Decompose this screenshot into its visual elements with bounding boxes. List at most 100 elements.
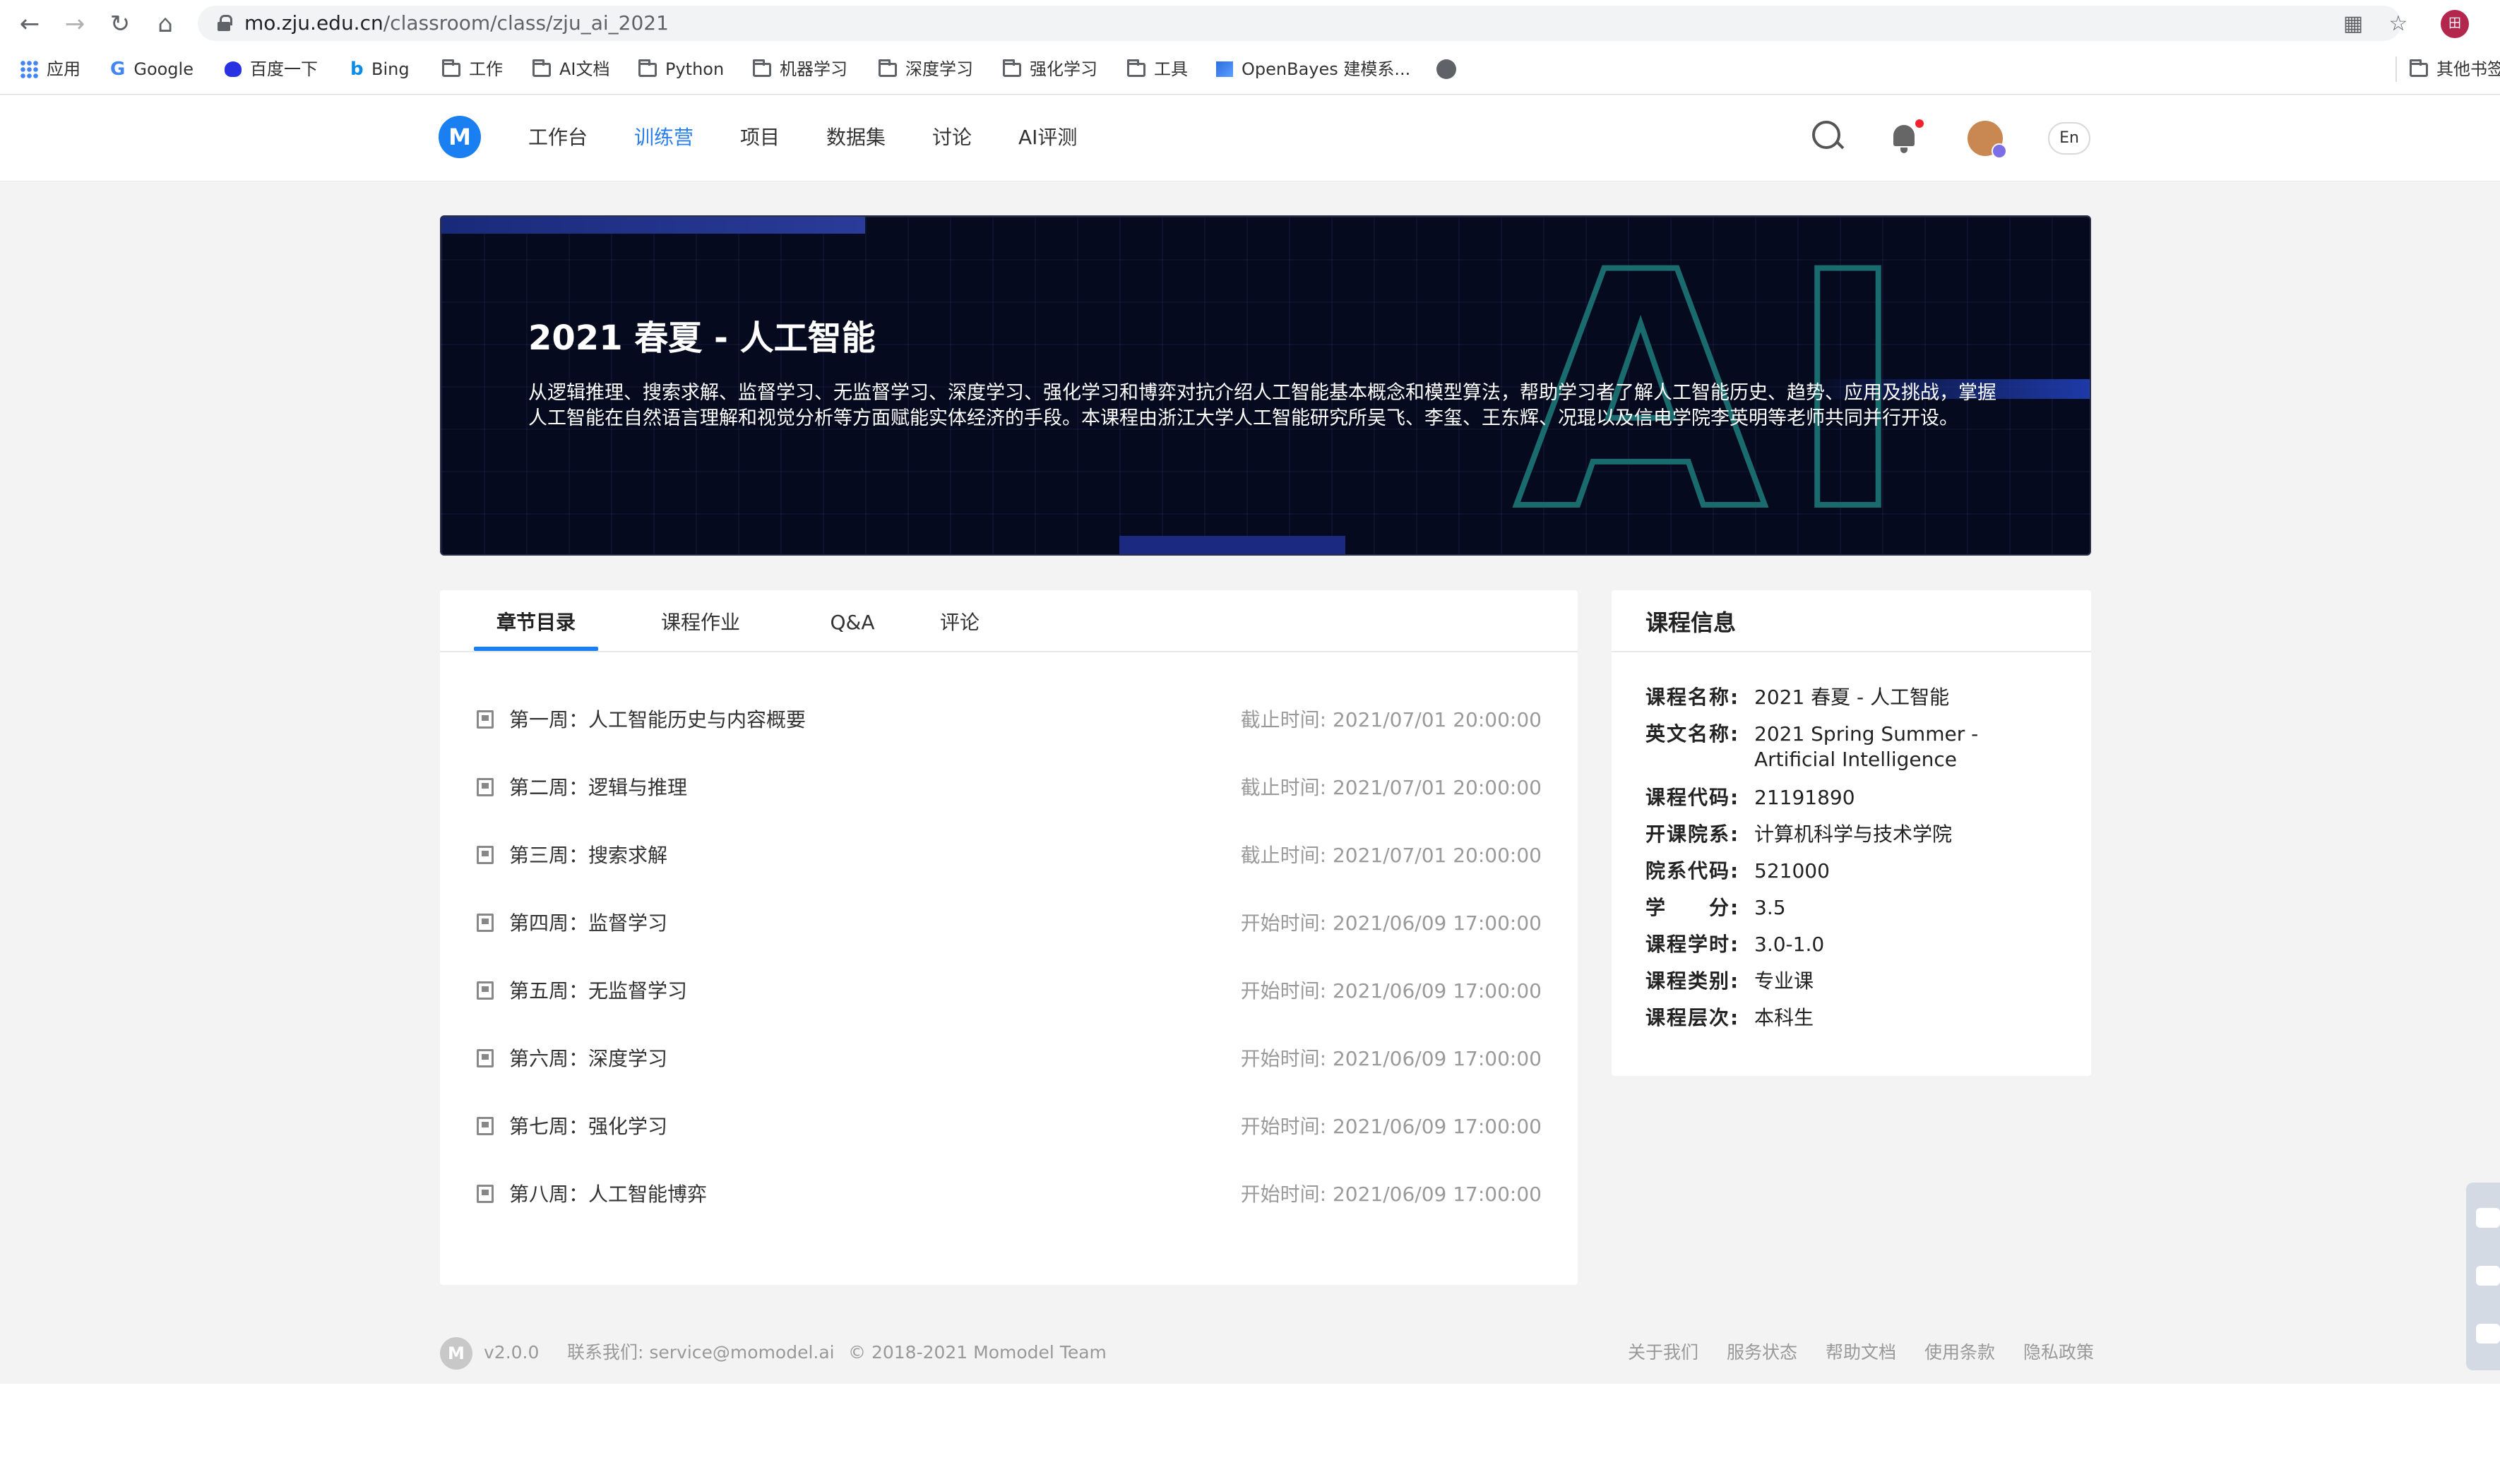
mail-icon[interactable] <box>2476 1324 2500 1344</box>
info-key: 学 分: <box>1645 896 1740 919</box>
chapter-row[interactable]: 第六周：深度学习 开始时间: 2021/06/09 17:00:00 <box>475 1042 1542 1076</box>
chapter-icon <box>477 1049 494 1067</box>
info-value: 3.0-1.0 <box>1754 933 1825 956</box>
course-banner: AI 2021 春夏 - 人工智能 从逻辑推理、搜索求解、监督学习、无监督学习、… <box>440 215 2091 556</box>
info-value: 3.5 <box>1754 896 1786 919</box>
qr-code-icon[interactable]: ▦ <box>2338 8 2369 40</box>
chapter-date: 开始时间: 2021/06/09 17:00:00 <box>1240 1183 1542 1206</box>
folder-icon <box>532 59 551 77</box>
info-key: 课程类别: <box>1645 969 1740 993</box>
star-bookmark-icon[interactable]: ☆ <box>2383 8 2414 40</box>
google-icon: G <box>110 59 126 80</box>
nav-ai-evaluation[interactable]: AI评测 <box>1018 124 1077 152</box>
chapter-row[interactable]: 第五周：无监督学习 开始时间: 2021/06/09 17:00:00 <box>475 974 1542 1008</box>
floating-side-toolbar <box>2466 1183 2500 1370</box>
nav-datasets[interactable]: 数据集 <box>826 124 886 152</box>
chapter-date: 截止时间: 2021/07/01 20:00:00 <box>1240 776 1542 799</box>
nav-projects[interactable]: 项目 <box>740 124 780 152</box>
bookmark-folder-rl[interactable]: 强化学习 <box>1003 56 1097 82</box>
browser-chrome: ← → ↻ ⌂ mo.zju.edu.cn/classroom/class/zj… <box>0 0 2500 95</box>
bookmark-bing[interactable]: b Bing <box>350 56 410 82</box>
tab-qa[interactable]: Q&A <box>817 609 888 637</box>
chapter-icon <box>477 846 494 864</box>
footer-link-terms[interactable]: 使用条款 <box>1924 1341 1995 1364</box>
nav-workbench[interactable]: 工作台 <box>528 124 588 152</box>
bookmark-folder-tools[interactable]: 工具 <box>1127 56 1188 82</box>
info-key: 课程名称: <box>1645 686 1740 709</box>
course-description: 从逻辑推理、搜索求解、监督学习、无监督学习、深度学习、强化学习和博弈对抗介绍人工… <box>528 382 1996 429</box>
bookmark-baidu[interactable]: 百度一下 <box>225 56 318 82</box>
apps-grid-icon <box>20 60 38 78</box>
course-info-panel: 课程信息 课程名称: 2021 春夏 - 人工智能 英文名称: 2021 Sprin… <box>1612 590 2091 1076</box>
footer-link-about[interactable]: 关于我们 <box>1628 1341 1698 1364</box>
bookmark-apps[interactable]: 应用 <box>20 56 81 82</box>
chapter-row[interactable]: 第三周：搜索求解 截止时间: 2021/07/01 20:00:00 <box>475 839 1542 873</box>
address-row: ← → ↻ ⌂ mo.zju.edu.cn/classroom/class/zj… <box>0 0 2500 48</box>
course-info-heading: 课程信息 <box>1645 609 1737 636</box>
nav-training-camp[interactable]: 训练营 <box>634 124 694 152</box>
chapter-date: 开始时间: 2021/06/09 17:00:00 <box>1240 1047 1542 1070</box>
chapter-row[interactable]: 第一周：人工智能历史与内容概要 截止时间: 2021/07/01 20:00:00 <box>475 703 1542 737</box>
chapter-title: 第四周：监督学习 <box>509 911 668 935</box>
bookmark-openbayes[interactable]: OpenBayes 建模系... <box>1216 56 1410 82</box>
avatar-badge <box>1992 143 2007 159</box>
nav-discussion[interactable]: 讨论 <box>932 124 972 152</box>
user-avatar[interactable] <box>1968 121 2007 159</box>
tab-assignments[interactable]: 课程作业 <box>648 609 754 637</box>
info-key: 课程层次: <box>1645 1006 1740 1029</box>
home-icon[interactable]: ⌂ <box>150 8 181 40</box>
bookmark-globe[interactable] <box>1436 56 1456 82</box>
bookmark-folder-work[interactable]: 工作 <box>442 56 503 82</box>
info-value: 521000 <box>1754 859 1830 882</box>
chapter-date: 截止时间: 2021/07/01 20:00:00 <box>1240 844 1542 867</box>
other-bookmarks[interactable]: 其他书签 <box>2395 56 2500 82</box>
active-tab-indicator <box>474 647 598 651</box>
chapter-title: 第三周：搜索求解 <box>509 844 668 867</box>
notification-bell-icon[interactable] <box>1884 118 1924 157</box>
language-switch[interactable]: En <box>2048 122 2090 155</box>
info-key: 院系代码: <box>1645 859 1740 882</box>
chat-icon[interactable] <box>2476 1266 2500 1286</box>
reload-icon[interactable]: ↻ <box>105 8 136 40</box>
info-value: 计算机科学与技术学院 <box>1754 822 1953 846</box>
tab-chapters[interactable]: 章节目录 <box>474 609 598 637</box>
bookmark-folder-ai-docs[interactable]: AI文档 <box>532 56 610 82</box>
chapter-title: 第二周：逻辑与推理 <box>509 776 688 799</box>
chapter-icon <box>477 1185 494 1203</box>
chapter-date: 开始时间: 2021/06/09 17:00:00 <box>1240 979 1542 1003</box>
site-footer: M v2.0.0 联系我们: service@momodel.ai © 2018… <box>440 1336 2094 1370</box>
chapter-row[interactable]: 第七周：强化学习 开始时间: 2021/06/09 17:00:00 <box>475 1110 1542 1144</box>
course-tabs: 章节目录 课程作业 Q&A 评论 <box>440 590 1578 652</box>
bookmark-folder-python[interactable]: Python <box>638 56 724 82</box>
footer-version: v2.0.0 <box>484 1342 540 1363</box>
back-arrow-icon[interactable]: ← <box>14 8 45 40</box>
footer-copyright: © 2018-2021 Momodel Team <box>848 1342 1107 1363</box>
bookmark-folder-dl[interactable]: 深度学习 <box>879 56 973 82</box>
chapter-date: 开始时间: 2021/06/09 17:00:00 <box>1240 1115 1542 1138</box>
chapter-row[interactable]: 第四周：监督学习 开始时间: 2021/06/09 17:00:00 <box>475 906 1542 940</box>
info-value: 专业课 <box>1754 969 1814 993</box>
search-icon[interactable] <box>1808 118 1847 157</box>
forward-arrow-icon[interactable]: → <box>59 8 90 40</box>
feedback-icon[interactable] <box>2476 1208 2500 1228</box>
chapter-title: 第六周：深度学习 <box>509 1047 668 1070</box>
footer-link-status[interactable]: 服务状态 <box>1727 1341 1797 1364</box>
footer-link-help[interactable]: 帮助文档 <box>1826 1341 1896 1364</box>
address-bar[interactable]: mo.zju.edu.cn/classroom/class/zju_ai_202… <box>198 6 2401 41</box>
course-info-header: 课程信息 <box>1612 590 2091 652</box>
chapter-row[interactable]: 第八周：人工智能博弈 开始时间: 2021/06/09 17:00:00 <box>475 1178 1542 1211</box>
bookmark-folder-ml[interactable]: 机器学习 <box>753 56 847 82</box>
banner-glow <box>441 217 865 234</box>
bing-icon: b <box>350 59 364 80</box>
url-text: mo.zju.edu.cn/classroom/class/zju_ai_202… <box>244 11 669 35</box>
tab-comments[interactable]: 评论 <box>924 609 995 637</box>
momodel-logo[interactable]: M <box>439 116 481 158</box>
chapter-row[interactable]: 第二周：逻辑与推理 截止时间: 2021/07/01 20:00:00 <box>475 771 1542 805</box>
footer-contact[interactable]: 联系我们: service@momodel.ai <box>567 1341 835 1364</box>
browser-profile-avatar[interactable]: 田 <box>2441 10 2469 38</box>
chapter-title: 第八周：人工智能博弈 <box>509 1183 708 1206</box>
chapter-icon <box>477 1117 494 1135</box>
bookmark-google[interactable]: G Google <box>110 56 194 82</box>
info-value: 2021 Spring Summer - Artificial Intellig… <box>1754 722 1979 771</box>
footer-link-privacy[interactable]: 隐私政策 <box>2023 1341 2094 1364</box>
